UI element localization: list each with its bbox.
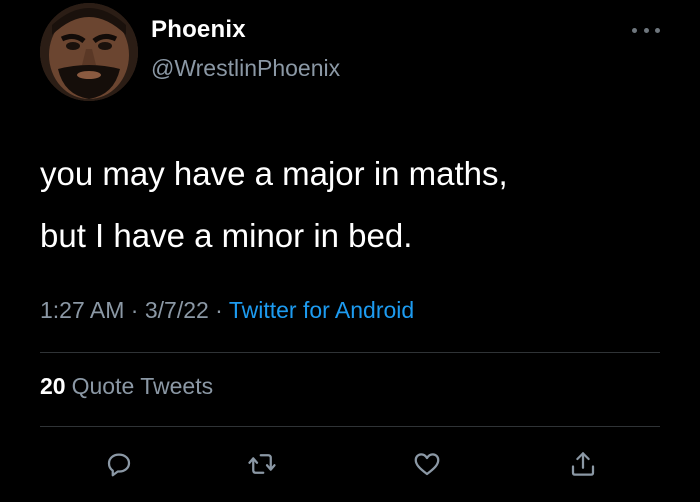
quote-tweets-stat[interactable]: 20 Quote Tweets [40, 373, 213, 400]
meta-separator: · [208, 297, 229, 323]
more-dot [632, 27, 637, 33]
quote-label: Quote Tweets [71, 373, 214, 399]
avatar[interactable] [40, 3, 138, 101]
more-dot [643, 27, 649, 33]
divider [40, 426, 660, 427]
divider [40, 352, 660, 353]
user-handle[interactable]: @WrestlinPhoenix [151, 55, 340, 82]
share-icon [571, 452, 595, 476]
heart-icon [414, 453, 440, 476]
tweet-time[interactable]: 1:27 AM [40, 297, 124, 323]
retweet-icon [248, 454, 276, 474]
display-name[interactable]: Phoenix [151, 16, 246, 44]
tweet-date[interactable]: 3/7/22 [145, 297, 209, 323]
action-bar [0, 442, 700, 486]
share-button[interactable] [561, 442, 605, 486]
more-dot [655, 27, 660, 33]
more-options-icon[interactable] [632, 22, 660, 38]
reply-button[interactable] [97, 442, 141, 486]
quote-count: 20 [40, 373, 66, 399]
like-button[interactable] [405, 442, 449, 486]
tweet-text-line: but I have a minor in bed. [40, 217, 413, 254]
meta-separator: · [124, 297, 145, 323]
tweet-text-line: you may have a major in maths, [40, 155, 508, 192]
tweet-source-link[interactable]: Twitter for Android [229, 297, 414, 323]
tweet-text: you may have a major in maths, but I hav… [40, 143, 660, 267]
tweet-container: Phoenix @WrestlinPhoenix you may have a … [0, 0, 700, 502]
reply-icon [107, 453, 131, 477]
retweet-button[interactable] [240, 442, 284, 486]
tweet-meta: 1:27 AM · 3/7/22 · Twitter for Android [40, 297, 414, 324]
